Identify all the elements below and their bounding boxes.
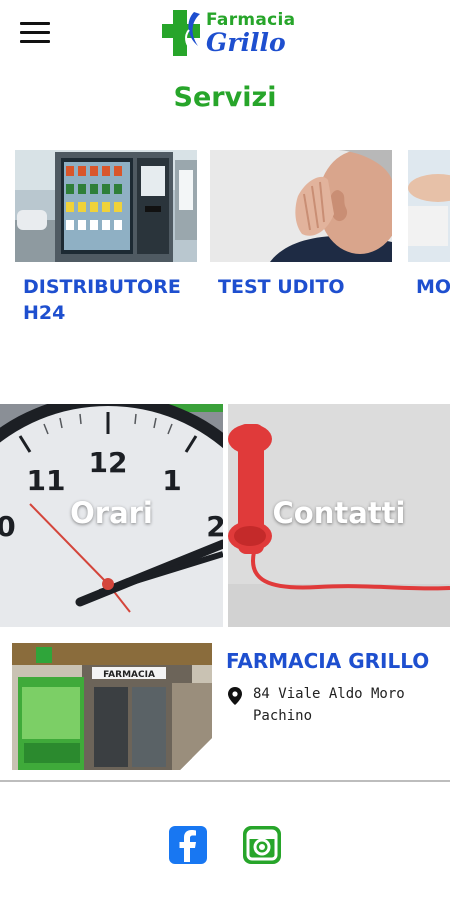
footer-divider [0, 780, 450, 782]
store-info: FARMACIA FARMACIA GRILLO 84 Viale Aldo M… [0, 643, 450, 778]
vending-machine-image [15, 150, 197, 262]
quick-access-tiles: 12 11 1 0 2 Orari Contatti [0, 404, 450, 627]
tile-contatti[interactable]: Contatti [228, 404, 450, 627]
tile-label-orari: Orari [70, 496, 153, 530]
service-card-partial[interactable]: MO [408, 150, 450, 300]
clock-number-12: 12 [89, 446, 128, 479]
service-card-distributore[interactable]: DISTRIBUTORE H24 [15, 150, 197, 326]
service-card-test-udito[interactable]: TEST UDITO [210, 150, 392, 300]
logo-text-grillo: Grillo [206, 28, 286, 57]
app-header: Farmacia Grillo [0, 0, 450, 75]
services-carousel[interactable]: DISTRIBUTORE H24 TEST UDITO MO [0, 150, 450, 350]
farmacia-grillo-logo[interactable]: Farmacia Grillo [160, 4, 300, 68]
service-image-partial [408, 150, 450, 262]
storefront-sign-text: FARMACIA [103, 670, 155, 680]
address-city: Pachino [253, 708, 313, 724]
tile-orari[interactable]: 12 11 1 0 2 Orari [0, 404, 223, 627]
hearing-test-image [210, 150, 392, 262]
storefront-image[interactable]: FARMACIA [12, 643, 212, 770]
instagram-icon[interactable] [243, 826, 281, 864]
store-address: 84 Viale Aldo Moro Pachino [253, 683, 405, 727]
pharmacy-cross-icon [162, 10, 200, 56]
address-street: 84 Viale Aldo Moro [253, 686, 405, 702]
tile-label-contatti: Contatti [272, 496, 406, 530]
facebook-icon[interactable] [169, 826, 207, 864]
service-label-partial: MO [416, 276, 450, 298]
location-pin-icon [228, 687, 242, 705]
clock-number-1: 1 [162, 464, 181, 497]
clock-number-11: 11 [27, 464, 66, 497]
hamburger-menu-icon[interactable] [20, 22, 50, 48]
service-label-test-udito: TEST UDITO [218, 276, 345, 298]
logo-text-farmacia: Farmacia [206, 10, 296, 30]
store-name: FARMACIA GRILLO [226, 649, 430, 673]
page-title: Servizi [173, 82, 277, 113]
service-label-distributore: DISTRIBUTORE H24 [23, 276, 181, 324]
